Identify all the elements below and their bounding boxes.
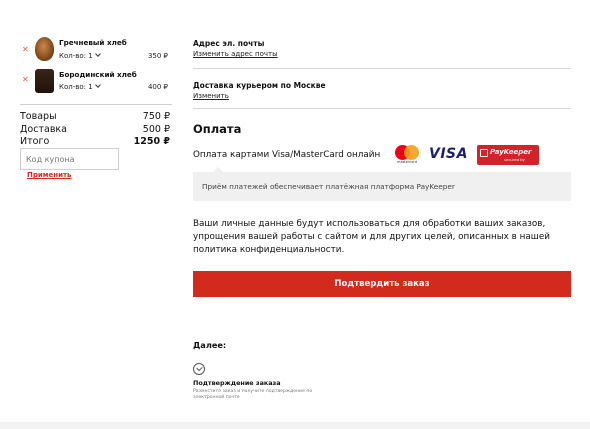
chevron-down-icon — [94, 82, 101, 88]
cart-item: ✕ Гречневый хлеб Кол-во: 1 350 ₽ — [20, 34, 172, 67]
paykeeper-mark-icon — [480, 149, 488, 157]
apply-coupon-link[interactable]: Применить — [27, 171, 71, 179]
cart-item: ✕ Бородинский хлеб Кол-во: 1 400 ₽ — [20, 67, 172, 100]
coupon-input[interactable] — [20, 148, 119, 170]
next-steps-title: Далее: — [193, 340, 227, 350]
step-description: Разместите заказ и получите подтверждени… — [193, 389, 313, 400]
payment-method-label[interactable]: Оплата картами Visa/MasterCard онлайн — [193, 150, 380, 160]
mastercard-logo: mastercard — [394, 145, 420, 166]
item-price: 350 ₽ — [147, 52, 168, 60]
paykeeper-logo: PayKeeper secured by — [477, 145, 539, 165]
totals-row-goods: Товары 750 ₽ — [20, 111, 170, 122]
step-title: Подтверждение заказа — [193, 379, 281, 387]
quantity-select[interactable]: Кол-во: 1 — [59, 82, 101, 91]
product-thumbnail — [35, 69, 54, 93]
email-section-title: Адрес эл. почты — [193, 39, 265, 48]
confirm-order-button[interactable]: Подтвердить заказ — [193, 271, 571, 297]
change-delivery-link[interactable]: Изменить — [193, 92, 229, 100]
remove-item-icon[interactable]: ✕ — [22, 76, 30, 84]
product-thumbnail — [35, 37, 54, 61]
item-price: 400 ₽ — [147, 83, 168, 91]
payment-heading: Оплата — [193, 122, 242, 136]
item-name: Гречневый хлеб — [59, 38, 127, 47]
visa-logo: VISA — [429, 146, 468, 162]
totals-row-delivery: Доставка 500 ₽ — [20, 123, 170, 135]
footer-strip — [0, 422, 590, 429]
check-circle-icon — [193, 363, 205, 375]
totals-row-total: Итого 1250 ₽ — [20, 136, 170, 147]
quantity-select[interactable]: Кол-во: 1 — [59, 51, 101, 60]
item-name: Бородинский хлеб — [59, 70, 137, 79]
delivery-section-title: Доставка курьером по Москве — [193, 81, 326, 90]
payment-info-box: Приём платежей обеспечивает платёжная пл… — [193, 167, 571, 201]
divider — [20, 104, 172, 105]
change-email-link[interactable]: Изменить адрес почты — [193, 50, 278, 58]
order-totals: Товары 750 ₽ Доставка 500 ₽ Итого 1250 ₽ — [20, 111, 170, 149]
remove-item-icon[interactable]: ✕ — [22, 46, 30, 54]
cart-summary: ✕ Гречневый хлеб Кол-во: 1 350 ₽ ✕ Бород… — [20, 34, 172, 170]
divider — [193, 68, 571, 69]
chevron-down-icon — [94, 51, 101, 57]
divider — [193, 108, 571, 109]
privacy-notice: Ваши личные данные будут использоваться … — [193, 219, 550, 255]
payment-info-text: Приём платежей обеспечивает платёжная пл… — [202, 182, 455, 191]
